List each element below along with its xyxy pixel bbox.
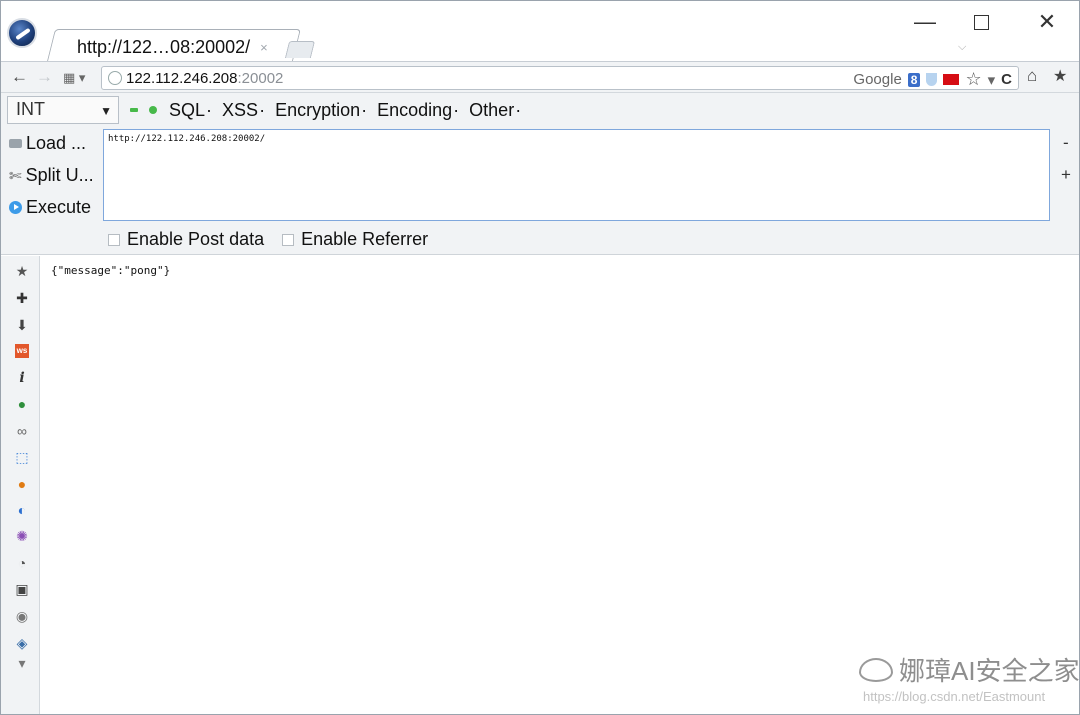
address-bar[interactable]: 122.112.246.208:20002 Google 8 ☆ ▾ C: [101, 66, 1019, 90]
post-label: Enable Post data: [127, 229, 265, 249]
hackbar-menus: SQL XSS Encryption Encoding Other: [169, 100, 521, 121]
int-select-value: INT: [16, 99, 45, 119]
execute-button[interactable]: Execute: [9, 197, 91, 218]
watermark: 娜璋AI安全之家: [859, 651, 1080, 688]
tab-list-chevron-icon[interactable]: ⌵: [958, 41, 966, 54]
referrer-checkbox-box[interactable]: [282, 233, 295, 246]
address-text[interactable]: 122.112.246.208:20002: [126, 70, 283, 87]
address-bar-tools: Google 8 ☆ ▾ C: [853, 69, 1012, 90]
browser-logo-icon[interactable]: [7, 18, 37, 48]
virus-icon[interactable]: ✺: [15, 529, 29, 543]
download-arrow-icon[interactable]: ⬇: [15, 318, 29, 332]
page-content: {"message":"pong"} 娜璋AI安全之家 https://blog…: [41, 256, 1080, 714]
dropdown-chevron-icon[interactable]: ▾: [988, 71, 996, 89]
response-body: {"message":"pong"}: [51, 264, 171, 277]
maximize-button[interactable]: [961, 7, 1001, 37]
browser-window: http://122…08:20002/ × — ✕ ⌵ ← → ▦ ▾ 122…: [0, 0, 1080, 715]
menu-sql[interactable]: SQL: [169, 100, 212, 121]
bookmark-star-icon[interactable]: ★: [15, 264, 29, 278]
tab-title[interactable]: http://122…08:20002/: [77, 37, 250, 58]
wechat-logo-icon: [859, 657, 893, 682]
swirl-icon[interactable]: ◐: [15, 503, 29, 517]
minimize-button[interactable]: —: [905, 7, 945, 37]
hackbar-body: Load ... ✄ Split U... Execute - + Enable…: [1, 127, 1079, 255]
menu-encoding[interactable]: Encoding: [377, 100, 459, 121]
green-ball-icon[interactable]: ●: [15, 397, 29, 411]
shield-icon[interactable]: [926, 73, 938, 86]
bookmarks-star-icon[interactable]: ★: [1053, 66, 1067, 86]
play-icon: [9, 201, 22, 214]
hackbar-options: Enable Post data Enable Referrer: [108, 229, 428, 250]
bookmark-star-button[interactable]: ☆: [965, 69, 981, 90]
reload-icon[interactable]: C: [1001, 71, 1012, 88]
warning-circle-icon[interactable]: ●: [15, 477, 29, 491]
expand-button[interactable]: +: [1061, 165, 1071, 185]
int-select[interactable]: INT ▼: [7, 96, 119, 124]
globe-icon: [108, 71, 122, 85]
home-icon[interactable]: ⌂: [1027, 66, 1037, 86]
load-icon: [9, 139, 22, 148]
info-icon[interactable]: i: [15, 371, 29, 385]
title-bar: http://122…08:20002/ × — ✕ ⌵: [1, 1, 1079, 61]
tab-close-icon[interactable]: ×: [260, 40, 268, 55]
forward-arrow-icon[interactable]: →: [36, 67, 53, 87]
addons-puzzle-icon[interactable]: ✚: [15, 291, 29, 305]
select-caret-icon: ▼: [100, 104, 112, 118]
shield-tag-icon[interactable]: ◈: [15, 636, 29, 650]
referrer-label: Enable Referrer: [301, 229, 429, 249]
pointer-select-icon[interactable]: ⬚: [15, 450, 29, 464]
enable-post-checkbox[interactable]: Enable Post data: [108, 229, 264, 250]
search-engine-label[interactable]: Google: [853, 71, 901, 88]
tab-label-group: http://122…08:20002/ ×: [77, 35, 268, 59]
more-down-icon[interactable]: ▾: [15, 656, 29, 670]
watermark-title: 娜璋AI安全之家: [899, 656, 1080, 686]
addon-sidebar: ★ ✚ ⬇ ws i ● ∞ ⬚ ● ◐ ✺ ◔ ▣ ◉ ◈ ▾: [1, 256, 40, 714]
split-url-button[interactable]: ✄ Split U...: [9, 165, 94, 186]
watermark-url: https://blog.csdn.net/Eastmount: [863, 689, 1046, 704]
execute-label: Execute: [26, 197, 92, 217]
apps-grid-icon[interactable]: ▦ ▾: [63, 70, 85, 86]
bulb-icon[interactable]: ◉: [15, 609, 29, 623]
load-label: Load ...: [26, 133, 87, 153]
split-label: Split U...: [25, 165, 94, 185]
glasses-icon[interactable]: ∞: [15, 424, 29, 438]
menu-xss[interactable]: XSS: [222, 100, 265, 121]
url-textarea[interactable]: [103, 129, 1050, 221]
maximize-icon: [973, 14, 989, 30]
enable-referrer-checkbox[interactable]: Enable Referrer: [282, 229, 428, 250]
scissors-icon: ✄: [9, 167, 22, 185]
menu-encryption[interactable]: Encryption: [275, 100, 367, 121]
ws-icon[interactable]: ws: [15, 344, 29, 358]
minus-icon[interactable]: [130, 108, 138, 112]
url-host: 122.112.246.208: [126, 70, 238, 87]
close-window-button[interactable]: ✕: [1027, 7, 1067, 37]
hackbar-toolbar: INT ▼ SQL XSS Encryption Encoding Other: [1, 93, 1079, 127]
menu-other[interactable]: Other: [469, 100, 521, 121]
palette-icon[interactable]: ◔: [15, 556, 29, 570]
post-checkbox-box[interactable]: [108, 233, 120, 246]
load-url-button[interactable]: Load ...: [9, 133, 86, 154]
url-port: :20002: [237, 70, 284, 87]
shrink-button[interactable]: -: [1063, 133, 1069, 153]
navigation-bar: ← → ▦ ▾ 122.112.246.208:20002 Google 8 ☆…: [1, 61, 1079, 93]
screen-grid-icon[interactable]: ▣: [15, 582, 29, 596]
search-badge[interactable]: 8: [907, 72, 921, 87]
plus-icon[interactable]: [149, 106, 157, 114]
back-arrow-icon[interactable]: ←: [11, 67, 28, 87]
flag-icon[interactable]: [943, 74, 960, 85]
new-tab-button[interactable]: [284, 41, 316, 58]
